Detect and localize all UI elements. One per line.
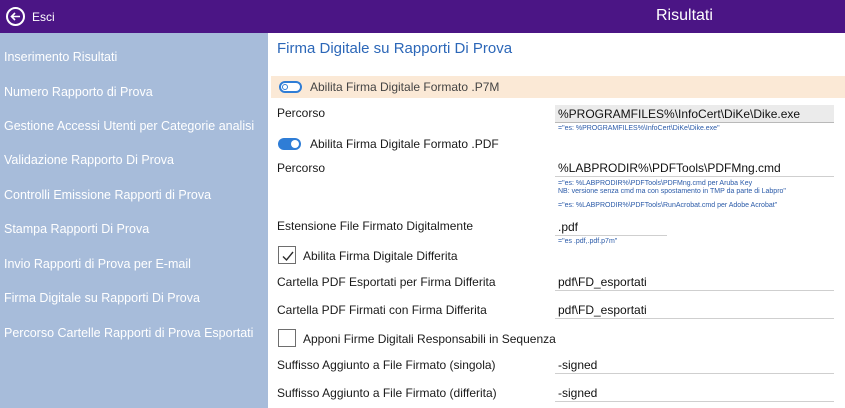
sidebar-item-gestione-accessi[interactable]: Gestione Accessi Utenti per Categorie an… <box>4 119 254 133</box>
sidebar: Inserimento Risultati Numero Rapporto di… <box>0 33 268 408</box>
signed-folder-label: Cartella PDF Firmati con Firma Differita <box>277 303 487 317</box>
pdf-toggle[interactable] <box>278 138 301 150</box>
exit-button[interactable]: Esci <box>6 7 55 26</box>
toggle-knob <box>291 140 299 148</box>
p7m-path-hint: ="es: %PROGRAMFILES%\InfoCert\DiKe\Dike.… <box>558 125 720 132</box>
extension-hint: ="es .pdf,.pdf.p7m" <box>558 238 618 245</box>
sidebar-item-controlli-emissione[interactable]: Controlli Emissione Rapporti di Prova <box>4 188 211 202</box>
sequence-signature-checkbox[interactable] <box>278 329 296 347</box>
extension-label: Estensione File Firmato Digitalmente <box>277 219 474 233</box>
extension-input[interactable]: .pdf <box>555 218 667 236</box>
suffix-single-input[interactable]: -signed <box>555 356 834 374</box>
sidebar-item-inserimento-risultati[interactable]: Inserimento Risultati <box>4 50 117 64</box>
sidebar-item-percorso-cartelle[interactable]: Percorso Cartelle Rapporti di Prova Espo… <box>4 326 253 340</box>
main-panel: Firma Digitale su Rapporti Di Prova Abil… <box>268 33 845 408</box>
deferred-signature-label: Abilita Firma Digitale Differita <box>303 249 458 263</box>
sidebar-item-invio-email[interactable]: Invio Rapporti di Prova per E-mail <box>4 257 191 271</box>
pdf-path-hint-aruba: ="es: %LABPRODIR%\PDFTools\PDFMng.cmd pe… <box>558 180 753 187</box>
export-folder-input[interactable]: pdf\FD_esportati <box>555 273 834 291</box>
sequence-signature-label: Apponi Firme Digitali Responsabili in Se… <box>303 332 556 346</box>
toggle-knob <box>282 84 288 90</box>
pdf-path-hint-acrobat: ="es: %LABPRODIR%\PDFTools\RunAcrobat.cm… <box>558 202 778 209</box>
sidebar-item-firma-digitale[interactable]: Firma Digitale su Rapporti Di Prova <box>4 291 200 305</box>
window-title: Risultati <box>656 7 713 24</box>
suffix-deferred-input[interactable]: -signed <box>555 384 834 402</box>
pdf-path-input[interactable]: %LABPRODIR%\PDFTools\PDFMng.cmd <box>555 159 834 177</box>
p7m-path-input[interactable]: %PROGRAMFILES%\InfoCert\DiKe\Dike.exe <box>555 105 834 123</box>
suffix-single-label: Suffisso Aggiunto a File Firmato (singol… <box>277 358 496 372</box>
pdf-path-hint-note: NB: versione senza cmd ma con spostament… <box>558 188 786 195</box>
p7m-toggle-label: Abilita Firma Digitale Formato .P7M <box>310 80 500 94</box>
pdf-toggle-label: Abilita Firma Digitale Formato .PDF <box>310 137 499 151</box>
pdf-path-label: Percorso <box>277 161 326 175</box>
p7m-toggle-row: Abilita Firma Digitale Formato .P7M <box>271 76 845 98</box>
p7m-path-label: Percorso <box>277 106 326 120</box>
page-title: Firma Digitale su Rapporti Di Prova <box>277 40 513 57</box>
deferred-signature-checkbox[interactable] <box>278 246 296 264</box>
sidebar-item-stampa[interactable]: Stampa Rapporti Di Prova <box>4 222 149 236</box>
suffix-deferred-label: Suffisso Aggiunto a File Firmato (differ… <box>277 386 497 400</box>
checkmark-icon <box>282 251 294 262</box>
sidebar-item-numero-rapporto[interactable]: Numero Rapporto di Prova <box>4 85 153 99</box>
export-folder-label: Cartella PDF Esportati per Firma Differi… <box>277 275 496 289</box>
top-bar: Esci Risultati <box>0 0 845 33</box>
back-arrow-icon <box>6 7 25 26</box>
p7m-toggle[interactable] <box>279 81 302 93</box>
exit-label: Esci <box>32 9 55 24</box>
signed-folder-input[interactable]: pdf\FD_esportati <box>555 301 834 319</box>
sidebar-item-validazione[interactable]: Validazione Rapporto Di Prova <box>4 153 174 167</box>
